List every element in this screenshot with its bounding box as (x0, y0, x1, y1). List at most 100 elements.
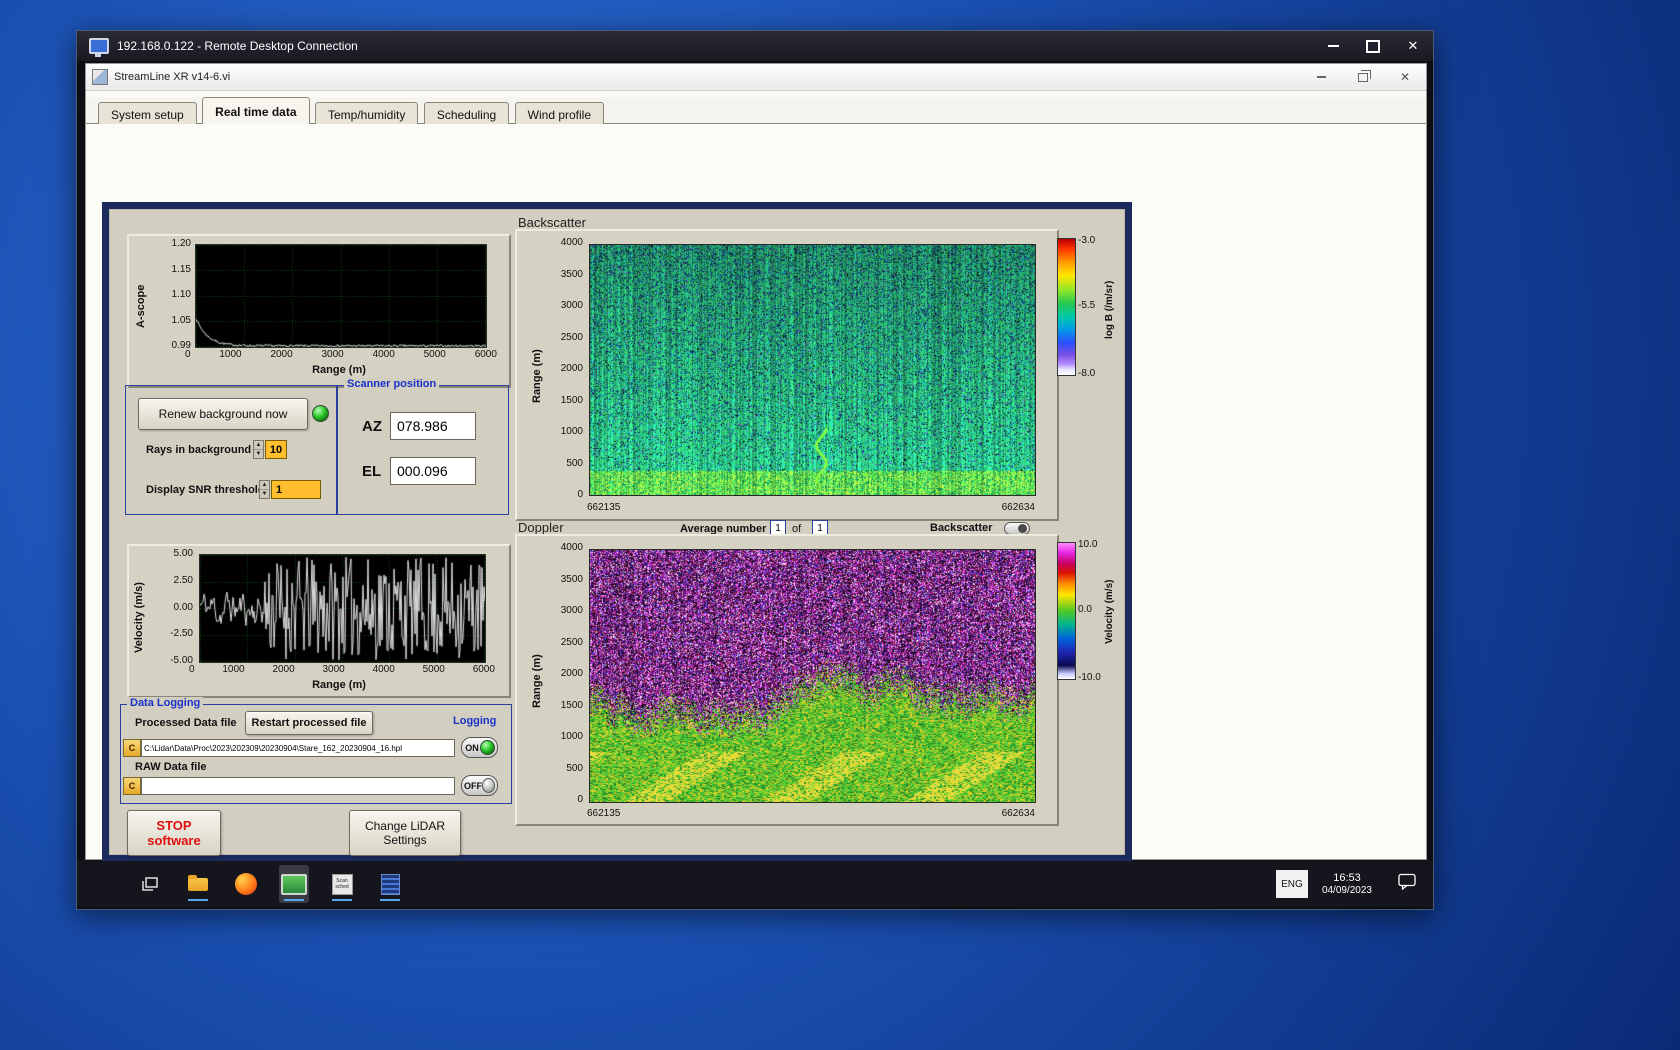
tick-label: 6000 (472, 664, 495, 675)
rdp-minimize-button[interactable] (1313, 31, 1353, 61)
tick-label: 3000 (322, 664, 345, 675)
app-restore-button[interactable] (1342, 64, 1384, 90)
tab-scheduling[interactable]: Scheduling (423, 102, 510, 126)
change-settings-line1: Change LiDAR (364, 819, 446, 833)
running-indicator (332, 899, 352, 901)
close-icon: ✕ (1399, 70, 1411, 84)
backscatter-y-ticks: 4000 3500 3000 2500 2000 1500 1000 500 0 (551, 238, 583, 500)
app-window-controls: ✕ (1300, 64, 1426, 90)
velocity-plot-canvas (199, 554, 486, 663)
tick-label: 2000 (560, 668, 583, 679)
taskbar: Scan sched ENG 16:53 04/09/2023 (77, 861, 1433, 907)
processed-logging-toggle[interactable]: ON (461, 737, 498, 758)
tick-label: 3000 (560, 605, 583, 616)
tab-real-time-data[interactable]: Real time data (202, 97, 310, 124)
file-explorer-button[interactable] (183, 865, 213, 903)
task-view-icon (142, 877, 158, 891)
scan-scheduler-icon: Scan sched (331, 873, 353, 895)
restart-processed-file-button[interactable]: Restart processed file (245, 711, 373, 735)
data-viewer-button[interactable] (375, 865, 405, 903)
ascope-y-axis-label: A-scope (135, 284, 147, 328)
backscatter-colorbar-label: log B (/m/sr) (1104, 280, 1115, 339)
tick-label: 0.00 (173, 601, 193, 613)
firefox-button[interactable] (231, 865, 261, 903)
tick-label: 3000 (560, 300, 583, 311)
renew-background-button[interactable]: Renew background now (138, 398, 308, 430)
tab-wind-profile[interactable]: Wind profile (514, 102, 605, 126)
ascope-y-ticks: 1.20 1.15 1.10 1.05 0.99 (159, 239, 191, 351)
notification-icon (1398, 873, 1416, 891)
tab-temp-humidity[interactable]: Temp/humidity (314, 102, 419, 126)
rdp-window-title: 192.168.0.122 - Remote Desktop Connectio… (117, 39, 358, 53)
toggle-on-label: ON (465, 742, 479, 753)
data-logging-group: Data Logging Processed Data file Restart… (120, 697, 512, 804)
tick-label: 0 (577, 489, 583, 500)
language-indicator[interactable]: ENG (1275, 870, 1308, 898)
stop-software-button[interactable]: STOP software (127, 810, 221, 856)
rdp-titlebar[interactable]: 192.168.0.122 - Remote Desktop Connectio… (77, 31, 1433, 61)
taskbar-clock[interactable]: 16:53 04/09/2023 (1322, 871, 1372, 897)
background-status-led (312, 405, 329, 422)
backscatter-x-end-label: 662634 (1001, 502, 1035, 513)
tick-label: 2000 (270, 349, 293, 360)
backscatter-plot-panel: Range (m) 4000 3500 3000 2500 2000 1500 1000 50… (515, 229, 1059, 521)
doppler-plot-canvas (589, 549, 1036, 803)
scan-scheduler-button[interactable]: Scan sched (327, 865, 357, 903)
processed-data-file-path[interactable]: C:\Lidar\Data\Proc\2023\202309\20230904\… (141, 739, 455, 757)
change-lidar-settings-button[interactable]: Change LiDAR Settings (349, 810, 461, 856)
doppler-y-axis-label: Range (m) (531, 654, 543, 708)
rdp-close-button[interactable]: ✕ (1393, 31, 1433, 61)
tick-label: 3000 (321, 349, 344, 360)
doppler-colorbar (1057, 542, 1076, 680)
azimuth-value-field[interactable]: 078.986 (390, 412, 476, 440)
elevation-label: EL (362, 463, 382, 480)
task-view-button[interactable] (135, 865, 165, 903)
velocity-x-axis-label: Range (m) (312, 679, 366, 691)
spinner-down-icon[interactable]: ▼ (254, 450, 263, 458)
clock-date: 04/09/2023 (1321, 885, 1372, 896)
clock-time: 16:53 (1333, 872, 1361, 884)
rays-spinner[interactable]: ▲ ▼ (253, 440, 264, 459)
minimize-icon (1327, 45, 1339, 47)
rdp-maximize-button[interactable] (1353, 31, 1393, 61)
tick-label: 6000 (474, 349, 497, 360)
tick-label: 0 (577, 794, 583, 805)
spinner-up-icon[interactable]: ▲ (254, 441, 263, 450)
tab-strip: System setup Real time data Temp/humidit… (86, 97, 1426, 126)
colorbar-tick: 0.0 (1078, 604, 1092, 615)
rays-value-field[interactable]: 10 (265, 440, 287, 459)
tick-label: 5000 (422, 664, 445, 675)
minimize-icon (1316, 76, 1326, 78)
snr-spinner[interactable]: ▲ ▼ (259, 480, 270, 499)
snr-value-field[interactable]: 1 (271, 480, 321, 499)
colorbar-tick: -8.0 (1078, 368, 1096, 379)
backscatter-plot-title: Backscatter (518, 215, 586, 230)
app-close-button[interactable]: ✕ (1384, 64, 1426, 90)
raw-data-file-path[interactable] (141, 777, 455, 795)
tick-label: 5000 (423, 349, 446, 360)
streamline-session-button[interactable] (279, 865, 309, 903)
tick-label: 2000 (560, 363, 583, 374)
rays-in-background-label: Rays in background (146, 444, 252, 456)
app-minimize-button[interactable] (1300, 64, 1342, 90)
processed-data-file-label: Processed Data file (135, 717, 237, 729)
processed-drive-select-button[interactable]: C (123, 739, 141, 757)
spinner-down-icon[interactable]: ▼ (260, 490, 269, 498)
ascope-plot-canvas (195, 244, 487, 348)
spinner-up-icon[interactable]: ▲ (260, 481, 269, 490)
app-titlebar[interactable]: StreamLine XR v14-6.vi ✕ (86, 64, 1426, 91)
tab-system-setup[interactable]: System setup (98, 102, 197, 126)
app-icon (92, 69, 108, 85)
notification-center-button[interactable] (1398, 873, 1417, 895)
raw-logging-toggle[interactable]: OFF (461, 775, 498, 796)
tick-label: 1000 (560, 426, 583, 437)
tick-label: 1500 (560, 699, 583, 711)
remote-desktop-session: StreamLine XR v14-6.vi ✕ System setup Re… (77, 61, 1433, 909)
tick-label: 4000 (372, 349, 395, 360)
logging-label: Logging (453, 715, 497, 727)
data-viewer-icon (380, 873, 400, 895)
raw-drive-select-button[interactable]: C (123, 777, 141, 795)
tick-label: 5.00 (173, 548, 193, 559)
elevation-value-field[interactable]: 000.096 (390, 457, 476, 485)
tick-label: 2500 (560, 636, 583, 648)
